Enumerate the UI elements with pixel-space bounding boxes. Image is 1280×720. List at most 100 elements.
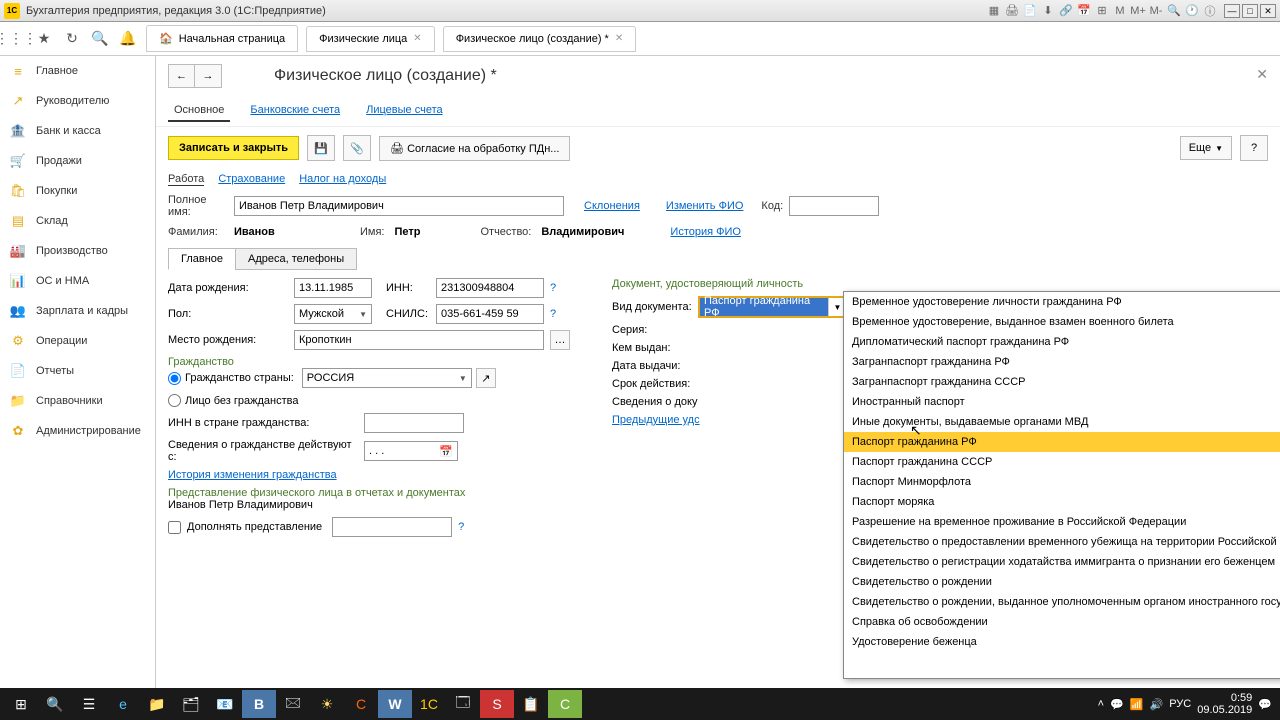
tab-individuals[interactable]: Физические лица ✕ — [306, 26, 435, 52]
sidebar-item[interactable]: ▤Склад — [0, 206, 155, 236]
star-icon[interactable]: ★ — [34, 29, 54, 49]
search-button[interactable]: 🔍 — [38, 690, 72, 718]
consent-button[interactable]: 🖨 Согласие на обработку ПДн... — [379, 136, 570, 161]
sidebar-item[interactable]: ✿Администрирование — [0, 416, 155, 446]
doc-kind-dropdown[interactable]: Временное удостоверение личности граждан… — [843, 291, 1280, 679]
dropdown-item[interactable]: Паспорт Минморфлота — [844, 472, 1280, 492]
explorer-icon[interactable]: 📁 — [140, 690, 174, 718]
sys-icon[interactable]: ⊞ — [1094, 3, 1110, 19]
attach-button[interactable]: 📎 — [343, 135, 371, 161]
close-tab-icon[interactable]: ✕ — [615, 33, 623, 44]
dropdown-item[interactable]: Иные документы, выдаваемые органами МВД — [844, 412, 1280, 432]
prev-docs-link[interactable]: Предыдущие удс — [612, 414, 700, 426]
camtasia-icon[interactable]: C — [548, 690, 582, 718]
app-icon[interactable]: 🖂 — [276, 690, 310, 718]
snils-input[interactable] — [436, 304, 544, 324]
fullname-input[interactable] — [234, 196, 564, 216]
dropdown-item[interactable]: Иностранный паспорт — [844, 392, 1280, 412]
snils-help-icon[interactable]: ? — [550, 308, 556, 320]
help-button[interactable]: ? — [1240, 135, 1268, 161]
sys-icon[interactable]: M — [1112, 3, 1128, 19]
maximize-button[interactable]: □ — [1242, 4, 1258, 18]
sys-icon[interactable]: 🕐 — [1184, 3, 1200, 19]
sex-select[interactable]: Мужской▼ — [294, 304, 372, 324]
dropdown-item[interactable]: Загранпаспорт гражданина РФ — [844, 352, 1280, 372]
sys-icon[interactable]: 📄 — [1022, 3, 1038, 19]
stateless-radio[interactable] — [168, 394, 181, 407]
minimize-button[interactable]: — — [1224, 4, 1240, 18]
history-icon[interactable]: ↻ — [62, 29, 82, 49]
sys-icon[interactable]: ⬇ — [1040, 3, 1056, 19]
taskbar-clock[interactable]: 0:5909.05.2019 — [1197, 692, 1252, 716]
dob-input[interactable] — [294, 278, 372, 298]
code-input[interactable] — [789, 196, 879, 216]
link-tax[interactable]: Налог на доходы — [299, 173, 386, 186]
inn-input[interactable] — [436, 278, 544, 298]
app-icon[interactable]: 📋 — [514, 690, 548, 718]
dropdown-item[interactable]: Паспорт моряка — [844, 492, 1280, 512]
save-button[interactable]: 💾 — [307, 135, 335, 161]
change-fio-link[interactable]: Изменить ФИО — [666, 200, 744, 212]
close-tab-icon[interactable]: ✕ — [413, 33, 421, 44]
dropdown-item[interactable]: Удостоверение беженца — [844, 632, 1280, 652]
app-icon[interactable]: 🗂 — [174, 690, 208, 718]
taskview-button[interactable]: ☰ — [72, 690, 106, 718]
sys-icon[interactable]: 🖨 — [1004, 3, 1020, 19]
sidebar-item[interactable]: ↗Руководителю — [0, 86, 155, 116]
tray-icon[interactable]: 🔊 — [1150, 698, 1164, 711]
dropdown-item[interactable]: Разрешение на временное проживание в Рос… — [844, 512, 1280, 532]
supplement-checkbox[interactable] — [168, 521, 181, 534]
dropdown-item[interactable]: Свидетельство о предоставлении временног… — [844, 532, 1280, 552]
sidebar-item[interactable]: 🏦Банк и касса — [0, 116, 155, 146]
sys-icon[interactable]: 🔍 — [1166, 3, 1182, 19]
citizenship-radio[interactable] — [168, 372, 181, 385]
innertab-main[interactable]: Главное — [168, 248, 236, 270]
app-icon[interactable]: 📧 — [208, 690, 242, 718]
sidebar-item[interactable]: 🏭Производство — [0, 236, 155, 266]
subtab-lic[interactable]: Лицевые счета — [360, 100, 448, 122]
sidebar-item[interactable]: 📊ОС и НМА — [0, 266, 155, 296]
notifications-icon[interactable]: 💬 — [1258, 698, 1272, 711]
tab-home[interactable]: 🏠 Начальная страница — [146, 25, 298, 52]
more-button[interactable]: Еще▼ — [1180, 136, 1232, 160]
1c-icon[interactable]: 1С — [412, 690, 446, 718]
dropdown-item[interactable]: Паспорт гражданина РФ — [844, 432, 1280, 452]
sidebar-item[interactable]: 📄Отчеты — [0, 356, 155, 386]
sys-icon[interactable]: M+ — [1130, 3, 1146, 19]
subtab-main[interactable]: Основное — [168, 100, 230, 122]
tab-individual-create[interactable]: Физическое лицо (создание) * ✕ — [443, 26, 637, 52]
sidebar-item[interactable]: ≡Главное — [0, 56, 155, 86]
sidebar-item[interactable]: 📁Справочники — [0, 386, 155, 416]
dropdown-item[interactable]: Свидетельство о регистрации ходатайства … — [844, 552, 1280, 572]
save-close-button[interactable]: Записать и закрыть — [168, 136, 299, 160]
app-icon[interactable]: S — [480, 690, 514, 718]
dropdown-item[interactable]: Временное удостоверение, выданное взамен… — [844, 312, 1280, 332]
dropdown-item[interactable]: Дипломатический паспорт гражданина РФ — [844, 332, 1280, 352]
bell-icon[interactable]: 🔔 — [118, 29, 138, 49]
close-button[interactable]: ✕ — [1260, 4, 1276, 18]
sidebar-item[interactable]: 🛒Продажи — [0, 146, 155, 176]
dropdown-item[interactable]: Загранпаспорт гражданина СССР — [844, 372, 1280, 392]
subtab-bank[interactable]: Банковские счета — [244, 100, 346, 122]
tray-lang[interactable]: РУС — [1169, 698, 1191, 710]
sidebar-item[interactable]: 🛍Покупки — [0, 176, 155, 206]
supplement-help-icon[interactable]: ? — [458, 521, 464, 533]
app-icon[interactable]: C — [344, 690, 378, 718]
link-insurance[interactable]: Страхование — [218, 173, 285, 186]
link-work[interactable]: Работа — [168, 173, 204, 186]
declensions-link[interactable]: Склонения — [584, 200, 640, 212]
sys-icon[interactable]: ▦ — [986, 3, 1002, 19]
sys-icon[interactable]: M- — [1148, 3, 1164, 19]
sidebar-item[interactable]: 👥Зарплата и кадры — [0, 296, 155, 326]
citizenship-select[interactable]: РОССИЯ▼ — [302, 368, 472, 388]
vk-icon[interactable]: W — [378, 690, 412, 718]
inn-help-icon[interactable]: ? — [550, 282, 556, 294]
apps-icon[interactable]: ⋮⋮⋮ — [6, 29, 26, 49]
app-icon[interactable]: 🗔 — [446, 690, 480, 718]
sidebar-item[interactable]: ⚙Операции — [0, 326, 155, 356]
citizenship-open-button[interactable]: ↗ — [476, 368, 496, 388]
doc-kind-select[interactable]: Паспорт гражданина РФ▼ — [698, 296, 848, 318]
nav-back-button[interactable]: ← — [169, 65, 195, 87]
app-icon[interactable]: ☀ — [310, 690, 344, 718]
foreign-inn-input[interactable] — [364, 413, 464, 433]
